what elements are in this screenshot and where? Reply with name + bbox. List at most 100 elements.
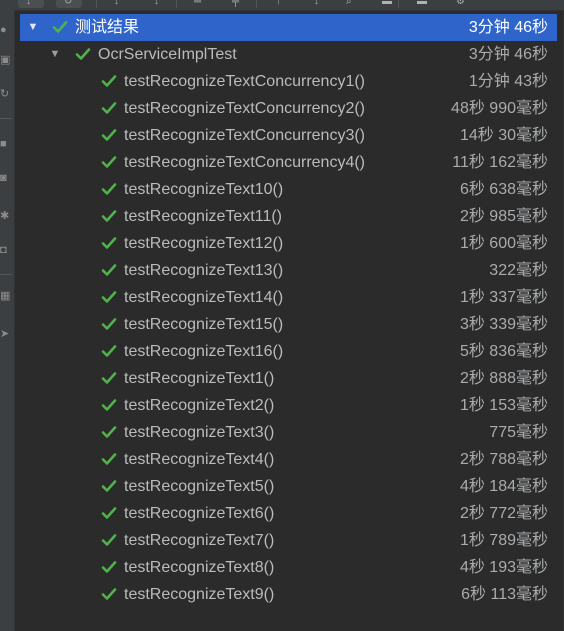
test-row[interactable]: testRecognizeTextConcurrency3() 14秒 30毫秒: [15, 122, 564, 149]
check-icon: [101, 478, 117, 494]
bug-icon[interactable]: ✱: [0, 210, 10, 222]
test-duration: 4秒 193毫秒: [459, 559, 548, 576]
check-icon: [101, 424, 117, 440]
collapse-all-button[interactable]: ╤: [224, 0, 250, 8]
coverage-icon[interactable]: ◘: [0, 244, 10, 256]
sort-alphabetically-button[interactable]: ↕: [106, 0, 132, 8]
rerun-button[interactable]: ↓: [18, 0, 44, 8]
test-name: testRecognizeText15(): [124, 316, 284, 333]
check-icon: [101, 289, 117, 305]
test-duration: 48秒 990毫秒: [451, 100, 548, 117]
next-failed-button[interactable]: ↓: [306, 0, 332, 8]
test-row[interactable]: testRecognizeText3() 775毫秒: [15, 419, 564, 446]
test-results-tree[interactable]: ▼ 测试结果 3分钟 46秒 ▼ OcrServiceImplTest 3分钟 …: [15, 14, 564, 614]
test-name: testRecognizeText5(): [124, 478, 275, 495]
test-duration: 1秒 153毫秒: [459, 397, 548, 414]
check-icon: [101, 262, 117, 278]
test-row[interactable]: testRecognizeText13() 322毫秒: [15, 257, 564, 284]
test-duration: 4秒 184毫秒: [459, 478, 548, 495]
expand-all-icon: ═: [194, 0, 202, 7]
test-name: testRecognizeTextConcurrency3(): [124, 127, 365, 144]
toggle-auto-test-icon: ↻: [64, 0, 73, 7]
settings-icon: ⚙: [456, 0, 465, 7]
settings-button[interactable]: ⚙: [448, 0, 474, 8]
import-button[interactable]: ▬: [409, 0, 435, 8]
rerun-icon[interactable]: ↻: [0, 88, 10, 100]
check-icon: [75, 46, 91, 62]
export-button[interactable]: ▬: [374, 0, 400, 8]
previous-failed-icon: ↑: [276, 0, 281, 7]
import-icon: ▬: [417, 0, 427, 7]
test-row[interactable]: testRecognizeText16() 5秒 836毫秒: [15, 338, 564, 365]
test-name: testRecognizeText1(): [124, 370, 275, 387]
tree-root-row[interactable]: ▼ 测试结果 3分钟 46秒: [20, 14, 557, 41]
test-name: testRecognizeText14(): [124, 289, 284, 306]
test-name: testRecognizeText8(): [124, 559, 275, 576]
test-row[interactable]: testRecognizeText15() 3秒 339毫秒: [15, 311, 564, 338]
test-row[interactable]: testRecognizeTextConcurrency1() 1分钟 43秒: [15, 68, 564, 95]
test-row[interactable]: testRecognizeText9() 6秒 113毫秒: [15, 581, 564, 608]
test-row[interactable]: testRecognizeText14() 1秒 337毫秒: [15, 284, 564, 311]
stop-icon[interactable]: ▣: [0, 54, 10, 66]
chevron-down-icon[interactable]: ▼: [49, 41, 61, 68]
layout-icon[interactable]: ▦: [0, 290, 10, 302]
test-duration: 2秒 985毫秒: [459, 208, 548, 225]
test-duration: 3秒 339毫秒: [459, 316, 548, 333]
suite-row[interactable]: ▼ OcrServiceImplTest 3分钟 46秒: [15, 41, 564, 68]
check-icon: [101, 100, 117, 116]
test-runner-panel: ↓ ↻ ↕ ↕ ═ ╤ ↑ ↓ ⌕ ▬ ▬ ⚙ ● ▣ ↻ ■ ◙ ✱ ◘ ▦ ➤ ▼ 测试结果 3分钟 46秒 ▼ …: [0, 0, 564, 631]
left-toolbar: ● ▣ ↻ ■ ◙ ✱ ◘ ▦ ➤: [0, 10, 15, 631]
test-duration: 1秒 600毫秒: [459, 235, 548, 252]
test-row[interactable]: testRecognizeText11() 2秒 985毫秒: [15, 203, 564, 230]
check-icon: [101, 559, 117, 575]
check-icon: [101, 451, 117, 467]
test-row[interactable]: testRecognizeText5() 4秒 184毫秒: [15, 473, 564, 500]
toggle-auto-test-button[interactable]: ↻: [56, 0, 82, 8]
chevron-down-icon[interactable]: ▼: [27, 14, 39, 41]
test-row[interactable]: testRecognizeText7() 1秒 789毫秒: [15, 527, 564, 554]
test-name: testRecognizeTextConcurrency1(): [124, 73, 365, 90]
test-name: testRecognizeText12(): [124, 235, 284, 252]
test-name: testRecognizeText6(): [124, 505, 275, 522]
test-row[interactable]: testRecognizeText6() 2秒 772毫秒: [15, 500, 564, 527]
test-row[interactable]: testRecognizeTextConcurrency4() 11秒 162毫秒: [15, 149, 564, 176]
toolbar-separator: [176, 0, 177, 8]
pin-icon[interactable]: ➤: [0, 328, 10, 340]
test-row[interactable]: testRecognizeText1() 2秒 888毫秒: [15, 365, 564, 392]
test-duration: 1秒 789毫秒: [459, 532, 548, 549]
search-icon: ⌕: [346, 0, 352, 7]
tree-root-duration: 3分钟 46秒: [468, 19, 548, 36]
rerun-failed-icon[interactable]: ●: [0, 24, 10, 36]
search-button[interactable]: ⌕: [338, 0, 364, 8]
test-duration: 11秒 162毫秒: [452, 154, 548, 171]
next-failed-icon: ↓: [314, 0, 319, 7]
previous-failed-button[interactable]: ↑: [268, 0, 294, 8]
check-icon: [101, 586, 117, 602]
test-name: testRecognizeText4(): [124, 451, 275, 468]
sort-by-duration-button[interactable]: ↕: [146, 0, 172, 8]
test-duration: 6秒 638毫秒: [459, 181, 548, 198]
test-row[interactable]: testRecognizeText4() 2秒 788毫秒: [15, 446, 564, 473]
check-icon: [101, 370, 117, 386]
toolbar-separator: [256, 0, 257, 8]
test-row[interactable]: testRecognizeTextConcurrency2() 48秒 990毫秒: [15, 95, 564, 122]
test-row[interactable]: testRecognizeText2() 1秒 153毫秒: [15, 392, 564, 419]
pause-icon[interactable]: ■: [0, 138, 10, 150]
check-icon: [101, 343, 117, 359]
test-row[interactable]: testRecognizeText8() 4秒 193毫秒: [15, 554, 564, 581]
suite-label: OcrServiceImplTest: [98, 46, 237, 63]
test-duration: 14秒 30毫秒: [459, 127, 548, 144]
test-name: testRecognizeText9(): [124, 586, 275, 603]
test-duration: 775毫秒: [489, 424, 548, 441]
test-name: testRecognizeTextConcurrency2(): [124, 100, 365, 117]
test-duration: 6秒 113毫秒: [461, 586, 548, 603]
suite-duration: 3分钟 46秒: [468, 46, 548, 63]
expand-all-button[interactable]: ═: [186, 0, 212, 8]
test-row[interactable]: testRecognizeText10() 6秒 638毫秒: [15, 176, 564, 203]
test-duration: 2秒 888毫秒: [459, 370, 548, 387]
camera-icon[interactable]: ◙: [0, 172, 10, 184]
test-duration: 1分钟 43秒: [468, 73, 548, 90]
test-duration: 5秒 836毫秒: [459, 343, 548, 360]
test-duration: 322毫秒: [489, 262, 548, 279]
test-row[interactable]: testRecognizeText12() 1秒 600毫秒: [15, 230, 564, 257]
